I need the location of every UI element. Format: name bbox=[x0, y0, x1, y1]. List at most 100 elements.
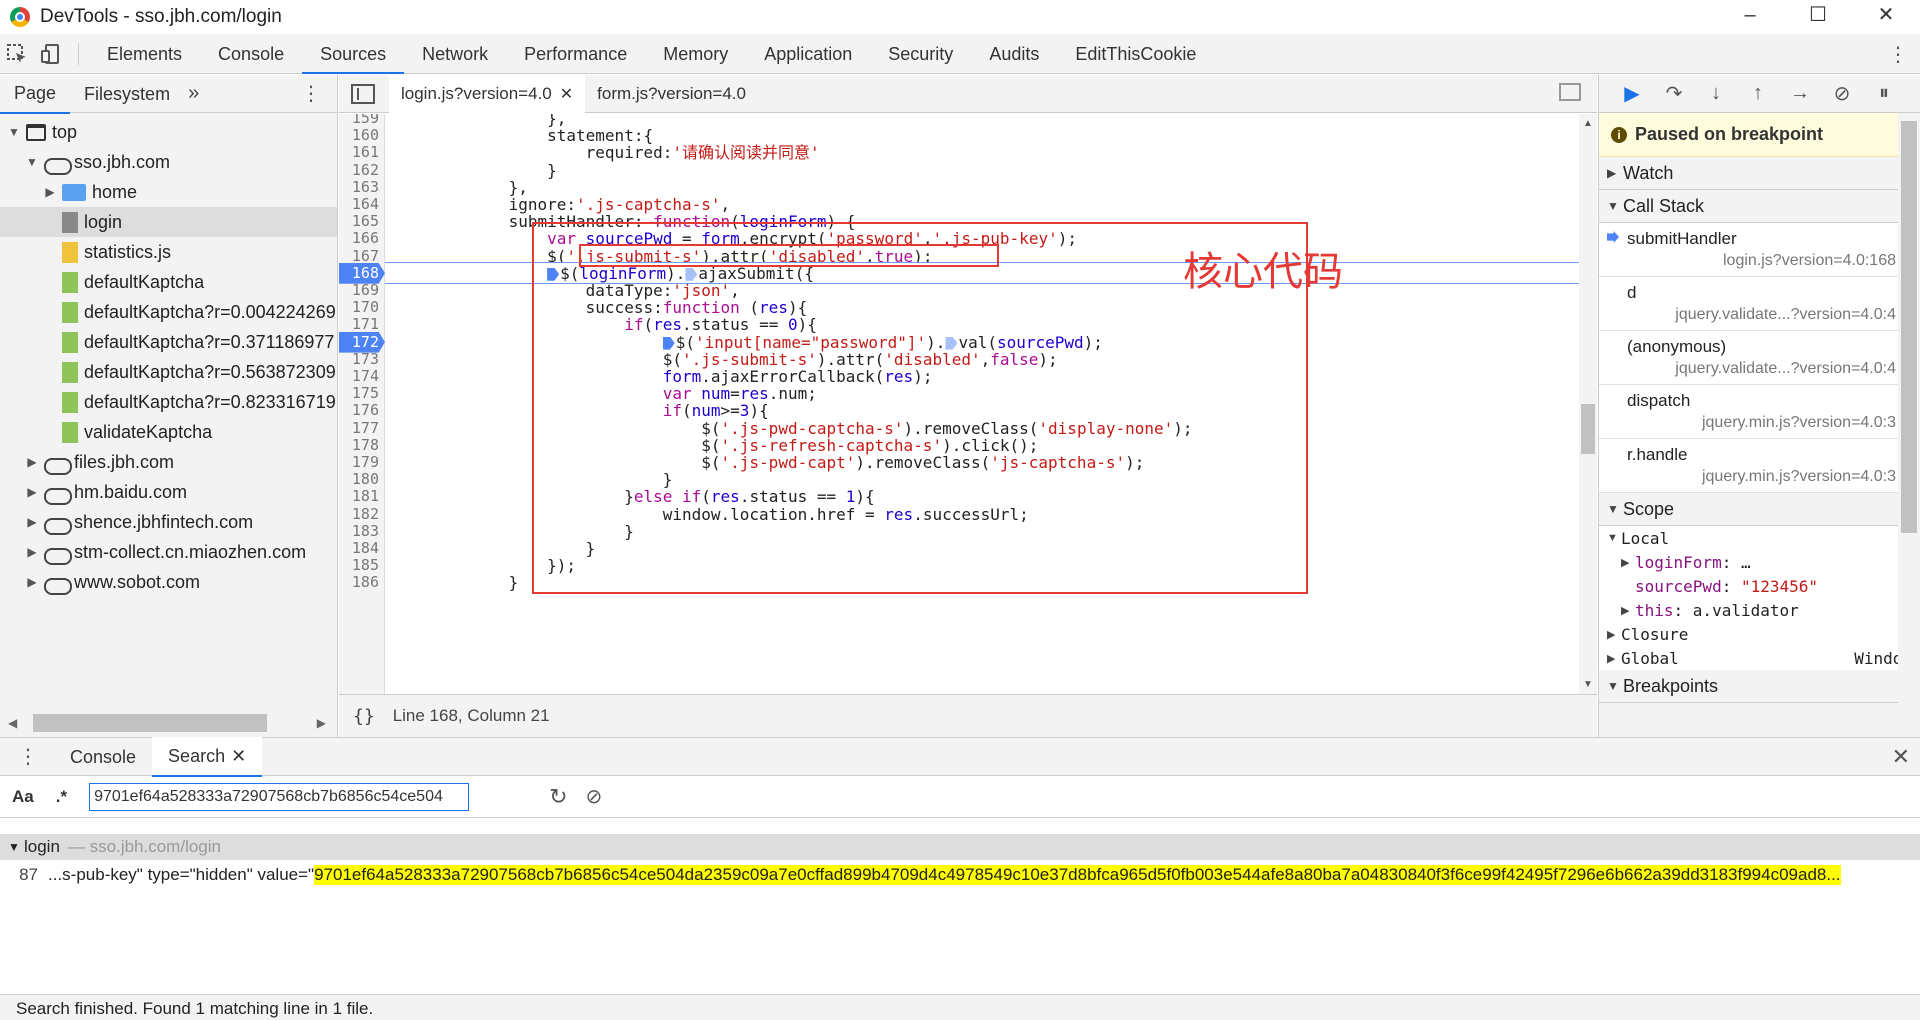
tree-item[interactable]: ▶ files.jbh.com bbox=[0, 447, 337, 477]
tab-application[interactable]: Application bbox=[746, 34, 870, 74]
inspect-element-icon[interactable] bbox=[0, 34, 34, 74]
tree-item[interactable]: validateKaptcha bbox=[0, 417, 337, 447]
pretty-print-icon[interactable]: {} bbox=[353, 706, 375, 727]
tab-editthiscookie[interactable]: EditThisCookie bbox=[1057, 34, 1214, 74]
pause-on-exceptions-icon[interactable]: ⏸ bbox=[1863, 82, 1905, 105]
drawer-tab-console[interactable]: Console bbox=[54, 738, 152, 776]
call-frame[interactable]: d jquery.validate...?version=4.0:4 bbox=[1599, 277, 1920, 331]
tree-item[interactable]: ▶ hm.baidu.com bbox=[0, 477, 337, 507]
tab-performance[interactable]: Performance bbox=[506, 34, 645, 74]
tree-item[interactable]: ▼ sso.jbh.com bbox=[0, 147, 337, 177]
tree-item[interactable]: ▶ stm-collect.cn.miaozhen.com bbox=[0, 537, 337, 567]
step-into-icon[interactable]: ↓ bbox=[1695, 82, 1737, 105]
editor-status-bar: {} Line 168, Column 21 bbox=[339, 694, 1597, 737]
tree-item[interactable]: defaultKaptcha?r=0.004224269 bbox=[0, 297, 337, 327]
close-window-button[interactable]: ✕ bbox=[1852, 0, 1920, 34]
local-scope-variables: ▶ loginForm: … sourcePwd: "123456" ▶ this: a… bbox=[1599, 550, 1920, 622]
scope-variable[interactable]: ▶ this: a.validator bbox=[1599, 598, 1920, 622]
tree-item[interactable]: ▶ shence.jbhfintech.com bbox=[0, 507, 337, 537]
search-input[interactable] bbox=[89, 782, 470, 811]
toggle-debugger-icon[interactable] bbox=[1559, 83, 1581, 101]
minimize-button[interactable]: – bbox=[1716, 0, 1784, 34]
call-frame[interactable]: submitHandler login.js?version=4.0:168 bbox=[1599, 223, 1920, 277]
call-frame[interactable]: (anonymous) jquery.validate...?version=4.… bbox=[1599, 331, 1920, 385]
call-frame[interactable]: dispatch jquery.min.js?version=4.0:3 bbox=[1599, 385, 1920, 439]
step-icon[interactable]: → bbox=[1779, 82, 1821, 105]
close-drawer-icon[interactable]: ✕ bbox=[1892, 744, 1910, 770]
regex-toggle[interactable]: .* bbox=[56, 787, 67, 807]
tree-item[interactable]: defaultKaptcha?r=0.823316719 bbox=[0, 387, 337, 417]
current-frame-arrow-icon bbox=[1607, 231, 1619, 243]
tab-network[interactable]: Network bbox=[404, 34, 506, 74]
variable-separator: : bbox=[1721, 552, 1741, 572]
step-out-icon[interactable]: ↑ bbox=[1737, 82, 1779, 105]
scroll-down-icon[interactable]: ▼ bbox=[1583, 679, 1593, 690]
section-label: Scope bbox=[1623, 498, 1675, 519]
tab-audits[interactable]: Audits bbox=[971, 34, 1057, 74]
more-tabs-icon[interactable]: » bbox=[188, 82, 199, 105]
step-over-icon[interactable]: ↷ bbox=[1653, 81, 1695, 106]
file-green-icon bbox=[62, 361, 78, 383]
tab-elements[interactable]: Elements bbox=[89, 34, 200, 74]
tree-item-label: www.sobot.com bbox=[74, 571, 201, 592]
scrollbar-thumb[interactable] bbox=[1581, 404, 1595, 454]
scope-local-header[interactable]: ▼ Local bbox=[1599, 526, 1920, 550]
tab-security[interactable]: Security bbox=[870, 34, 971, 74]
line-number-gutter[interactable]: 159 160 161 162 163 164 165 166 167 168 169 170 171 1… bbox=[339, 114, 385, 694]
match-case-toggle[interactable]: Aa bbox=[12, 787, 34, 807]
tree-item[interactable]: ▼ top bbox=[0, 117, 337, 147]
editor-vertical-scrollbar[interactable]: ▲ ▼ bbox=[1579, 114, 1597, 694]
toggle-navigator-icon[interactable] bbox=[351, 83, 375, 104]
scroll-left-icon[interactable]: ◀ bbox=[8, 716, 17, 730]
file-tab-login-js[interactable]: login.js?version=4.0 ✕ bbox=[389, 74, 586, 113]
tree-item[interactable]: ▶ home bbox=[0, 177, 337, 207]
tree-item[interactable]: defaultKaptcha?r=0.563872309 bbox=[0, 357, 337, 387]
tab-sources[interactable]: Sources bbox=[302, 34, 405, 74]
maximize-button[interactable]: ☐ bbox=[1784, 0, 1852, 34]
navigator-horizontal-scrollbar[interactable]: ◀ ▶ bbox=[8, 713, 326, 733]
drawer-tab-search[interactable]: Search ✕ bbox=[152, 736, 263, 777]
code-area[interactable]: 159 160 161 162 163 164 165 166 167 168 169 170 171 1… bbox=[339, 114, 1579, 694]
scope-closure-header[interactable]: ▶ Closure bbox=[1599, 622, 1920, 646]
navigator-menu-icon[interactable]: ⋮ bbox=[301, 81, 321, 106]
close-tab-icon[interactable]: ✕ bbox=[231, 746, 246, 766]
watch-section-header[interactable]: ▶ Watch bbox=[1599, 157, 1920, 190]
call-stack-section-header[interactable]: ▼ Call Stack bbox=[1599, 190, 1920, 223]
deactivate-breakpoints-icon[interactable]: ⊘ bbox=[1821, 81, 1863, 106]
tab-console[interactable]: Console bbox=[200, 34, 302, 74]
drawer-menu-icon[interactable]: ⋮ bbox=[18, 744, 38, 769]
tree-item[interactable]: ▶ www.sobot.com bbox=[0, 567, 337, 597]
clear-search-icon[interactable]: ⊘ bbox=[586, 784, 603, 809]
close-tab-icon[interactable]: ✕ bbox=[560, 86, 573, 103]
scrollbar-thumb[interactable] bbox=[1901, 121, 1917, 533]
call-frame[interactable]: r.handle jquery.min.js?version=4.0:3 bbox=[1599, 439, 1920, 493]
search-result-line[interactable]: 87 ...s-pub-key" type="hidden" value=" 9… bbox=[0, 860, 1920, 890]
breakpoints-section-header[interactable]: ▼ Breakpoints bbox=[1599, 670, 1920, 703]
tab-filesystem[interactable]: Filesystem bbox=[70, 75, 184, 113]
scope-global-header[interactable]: ▶ Global Window bbox=[1599, 646, 1920, 670]
scope-section-header[interactable]: ▼ Scope bbox=[1599, 493, 1920, 526]
file-yellow-icon bbox=[62, 241, 78, 263]
more-options-icon[interactable]: ⋮ bbox=[1888, 42, 1908, 67]
scroll-up-icon[interactable]: ▲ bbox=[1583, 118, 1593, 129]
tab-memory[interactable]: Memory bbox=[645, 34, 746, 74]
code-line[interactable]: } bbox=[393, 572, 519, 593]
title-bar: DevTools - sso.jbh.com/login – ☐ ✕ bbox=[0, 0, 1920, 34]
tree-item[interactable]: defaultKaptcha?r=0.371186977 bbox=[0, 327, 337, 357]
file-tab-form-js[interactable]: form.js?version=4.0 bbox=[585, 75, 758, 113]
tree-item[interactable]: statistics.js bbox=[0, 237, 337, 267]
tree-item[interactable]: login bbox=[0, 207, 337, 237]
device-toolbar-icon[interactable] bbox=[34, 34, 68, 74]
debugger-vertical-scrollbar[interactable] bbox=[1898, 113, 1920, 737]
scrollbar-thumb[interactable] bbox=[33, 714, 268, 732]
scroll-right-icon[interactable]: ▶ bbox=[317, 716, 326, 730]
resume-icon[interactable]: ▶ bbox=[1611, 81, 1653, 106]
frame-function-name: (anonymous) bbox=[1627, 337, 1727, 356]
line-number[interactable]: 186 bbox=[339, 572, 385, 593]
tab-page[interactable]: Page bbox=[0, 74, 71, 114]
scope-variable[interactable]: ▶ loginForm: … bbox=[1599, 550, 1920, 574]
refresh-search-icon[interactable]: ↻ bbox=[549, 784, 567, 810]
search-result-file-header[interactable]: ▼ login — sso.jbh.com/login bbox=[0, 834, 1920, 860]
scope-variable[interactable]: sourcePwd: "123456" bbox=[1599, 574, 1920, 598]
tree-item[interactable]: defaultKaptcha bbox=[0, 267, 337, 297]
